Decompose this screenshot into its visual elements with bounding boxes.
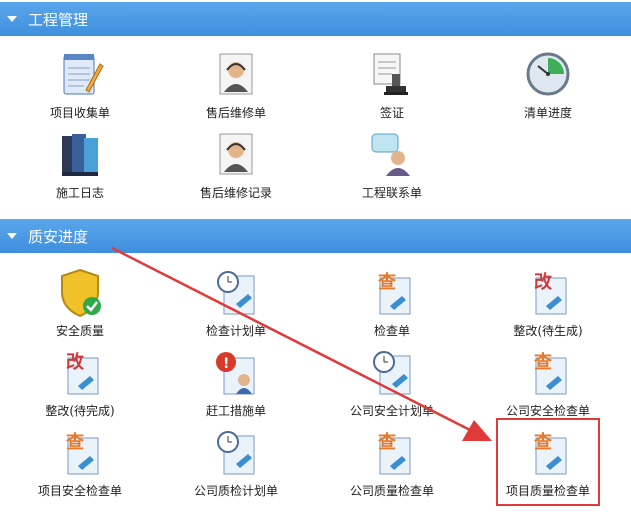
tile-construction-log[interactable]: 施工日志 [20,130,140,206]
tile-label: 公司安全检查单 [505,404,590,418]
badge-text: 查 [534,351,552,373]
tile-label: 施工日志 [55,186,104,200]
tile-label: 项目收集单 [49,106,110,120]
books-icon [62,134,98,176]
tile-label: 安全质量 [55,324,104,338]
caret-down-icon [7,16,17,22]
support-agent-doc-icon [219,133,253,175]
badge-text: 查 [66,431,84,453]
notepad-pencil-icon [63,54,104,95]
tile-visa[interactable]: 签证 [332,50,452,126]
tile-safety-quality[interactable]: 安全质量 [20,268,140,344]
tile-label: 项目安全检查单 [37,484,122,498]
inspect-stamp-doc-icon: 查 [378,431,411,475]
tile-company-safety-plan[interactable]: 公司安全计划单 [332,348,452,424]
shield-check-icon [61,268,101,318]
tile-list-progress[interactable]: 清单进度 [488,50,608,126]
highlight-box [496,418,600,506]
tile-rush-measures[interactable]: ! 赶工措施单 [176,348,296,424]
section-title: 工程管理 [28,11,89,29]
section-title: 质安进度 [28,228,89,246]
tile-rectify-pending-generate[interactable]: 改 整改(待生成) [488,268,608,344]
tile-aftersales-record[interactable]: 售后维修记录 [176,130,296,206]
tile-label: 公司安全计划单 [349,404,434,418]
inspect-stamp-doc-icon: 查 [66,431,99,475]
alert-worker-doc-icon: ! [216,352,255,395]
support-agent-doc-icon [219,53,253,95]
rectify-stamp-doc-icon: 改 [534,271,567,315]
tile-label: 公司质量检查单 [349,484,434,498]
clock-wrench-doc-icon [217,431,255,475]
tile-label: 签证 [379,106,404,120]
clock-wrench-doc-icon [373,351,411,395]
contact-chat-icon [371,133,410,176]
tile-label: 售后维修单 [205,106,266,120]
caret-down-icon [7,233,17,239]
tile-label: 检查计划单 [205,324,266,338]
clock-wrench-doc-icon [217,271,255,315]
inspect-stamp-doc-icon: 查 [378,271,411,315]
tile-label: 工程联系单 [361,186,422,200]
tile-label: 检查单 [373,324,410,338]
tile-project-safety-inspection[interactable]: 查 项目安全检查单 [20,428,140,504]
tile-label: 售后维修记录 [199,186,272,200]
tile-label: 整改(待完成) [45,404,115,418]
tile-rectify-pending-complete[interactable]: 改 整改(待完成) [20,348,140,424]
tile-label: 整改(待生成) [513,324,583,338]
tile-company-quality-plan[interactable]: 公司质检计划单 [176,428,296,504]
svg-text:!: ! [223,356,229,372]
badge-text: 查 [378,271,396,293]
section-header-engineering[interactable]: 工程管理 [0,2,631,36]
inspect-stamp-doc-icon: 查 [534,351,567,395]
badge-text: 查 [378,431,396,453]
tile-project-collection[interactable]: 项目收集单 [20,50,140,126]
tile-inspection-plan[interactable]: 检查计划单 [176,268,296,344]
tile-company-quality-inspection[interactable]: 查 公司质量检查单 [332,428,452,504]
badge-text: 改 [66,351,85,373]
tile-label: 赶工措施单 [205,404,266,418]
document-stamp-icon [373,53,408,95]
tile-engineering-contact[interactable]: 工程联系单 [332,130,452,206]
badge-text: 改 [534,271,553,293]
tile-label: 公司质检计划单 [193,484,278,498]
tile-company-safety-inspection[interactable]: 查 公司安全检查单 [488,348,608,424]
tile-inspection[interactable]: 查 检查单 [332,268,452,344]
rectify-stamp-doc-icon: 改 [66,351,99,395]
clock-progress-icon [526,52,570,96]
tile-aftersales-repair[interactable]: 售后维修单 [176,50,296,126]
section-header-quality-safety[interactable]: 质安进度 [0,219,631,253]
tile-label: 清单进度 [523,106,572,120]
